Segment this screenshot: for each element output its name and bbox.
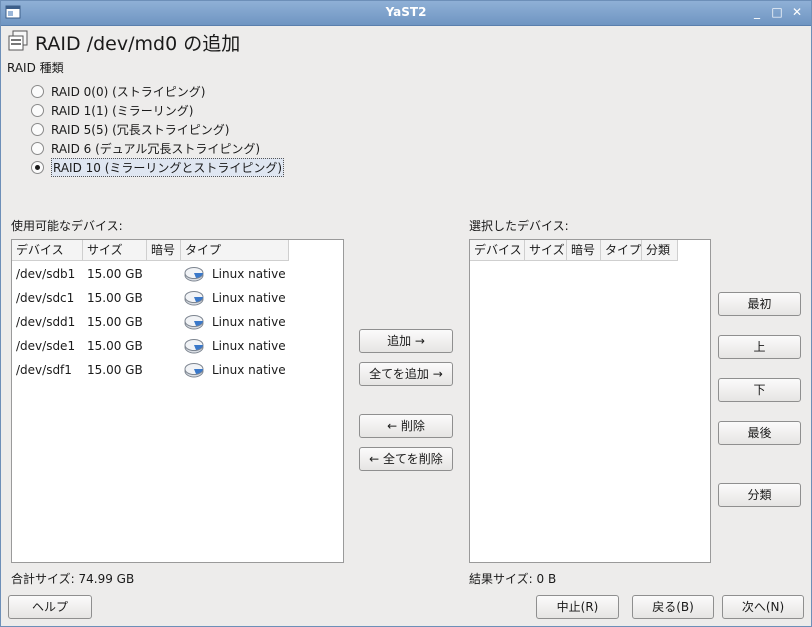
radio-button[interactable] — [31, 104, 44, 117]
radio-label: RAID 0(0) (ストライピング) — [51, 85, 206, 99]
table-row[interactable]: /dev/sdd1 15.00 GB Linux native — [12, 311, 343, 335]
type-cell: Linux native — [212, 339, 286, 353]
classify-button[interactable]: 分類 — [718, 483, 801, 507]
device-cell: /dev/sde1 — [16, 339, 76, 353]
type-cell: Linux native — [212, 267, 286, 281]
column-header-device[interactable]: デバイス — [12, 240, 83, 261]
hard-disk-icon — [184, 315, 204, 330]
hard-disk-icon — [184, 339, 204, 354]
close-button[interactable]: ✕ — [789, 4, 805, 20]
raid-type-label: RAID 種類 — [7, 61, 64, 75]
total-size-label: 合計サイズ: 74.99 GB — [11, 572, 135, 586]
device-cell: /dev/sdd1 — [16, 315, 76, 329]
column-header-size[interactable]: サイズ — [525, 240, 567, 261]
type-cell: Linux native — [212, 315, 286, 329]
table-row[interactable]: /dev/sdb1 15.00 GB Linux native — [12, 263, 343, 287]
table-row[interactable]: /dev/sde1 15.00 GB Linux native — [12, 335, 343, 359]
column-header-size[interactable]: サイズ — [83, 240, 147, 261]
title-bar[interactable]: YaST2 _ □ ✕ — [1, 1, 811, 26]
remove-button[interactable]: ← 削除 — [359, 414, 453, 438]
result-size-label: 結果サイズ: 0 B — [469, 572, 557, 586]
radio-label: RAID 5(5) (冗長ストライピング) — [51, 123, 230, 137]
radio-button-checked[interactable] — [31, 161, 44, 174]
maximize-button[interactable]: □ — [769, 4, 785, 20]
size-cell: 15.00 GB — [87, 339, 143, 353]
column-header-device[interactable]: デバイス — [470, 240, 525, 261]
help-button[interactable]: ヘルプ — [8, 595, 92, 619]
window-title: YaST2 — [385, 5, 427, 19]
radio-button[interactable] — [31, 123, 44, 136]
radio-button[interactable] — [31, 142, 44, 155]
back-button[interactable]: 戻る(B) — [632, 595, 714, 619]
abort-button[interactable]: 中止(R) — [536, 595, 619, 619]
table-header: デバイス サイズ 暗号 タイプ 分類 — [470, 240, 710, 262]
column-header-type[interactable]: タイプ — [601, 240, 642, 261]
hard-disk-icon — [184, 267, 204, 282]
type-cell: Linux native — [212, 363, 286, 377]
column-header-encrypted[interactable]: 暗号 — [567, 240, 601, 261]
hard-disk-icon — [184, 291, 204, 306]
column-header-encrypted[interactable]: 暗号 — [147, 240, 181, 261]
move-down-button[interactable]: 下 — [718, 378, 801, 402]
size-cell: 15.00 GB — [87, 267, 143, 281]
device-cell: /dev/sdc1 — [16, 291, 75, 305]
size-cell: 15.00 GB — [87, 363, 143, 377]
size-cell: 15.00 GB — [87, 315, 143, 329]
add-button[interactable]: 追加 → — [359, 329, 453, 353]
selected-devices-table[interactable]: デバイス サイズ 暗号 タイプ 分類 — [469, 239, 711, 563]
device-cell: /dev/sdf1 — [16, 363, 72, 377]
remove-all-button[interactable]: ← 全てを削除 — [359, 447, 453, 471]
size-cell: 15.00 GB — [87, 291, 143, 305]
hard-disk-icon — [184, 363, 204, 378]
table-row[interactable]: /dev/sdc1 15.00 GB Linux native — [12, 287, 343, 311]
minimize-button[interactable]: _ — [749, 4, 765, 20]
radio-label: RAID 6 (デュアル冗長ストライピング) — [51, 142, 261, 156]
available-devices-label: 使用可能なデバイス: — [11, 219, 123, 233]
next-button[interactable]: 次へ(N) — [722, 595, 804, 619]
column-header-class[interactable]: 分類 — [642, 240, 678, 261]
add-all-button[interactable]: 全てを追加 → — [359, 362, 453, 386]
available-devices-table[interactable]: デバイス サイズ 暗号 タイプ /dev/sdb1 15.00 GB Linux… — [11, 239, 344, 563]
radio-label: RAID 1(1) (ミラーリング) — [51, 104, 194, 118]
selected-devices-label: 選択したデバイス: — [469, 219, 569, 233]
move-bottom-button[interactable]: 最後 — [718, 421, 801, 445]
column-header-type[interactable]: タイプ — [181, 240, 289, 261]
table-row[interactable]: /dev/sdf1 15.00 GB Linux native — [12, 359, 343, 383]
radio-label: RAID 10 (ミラーリングとストライピング) — [51, 158, 285, 177]
device-cell: /dev/sdb1 — [16, 267, 76, 281]
raid-icon — [8, 30, 28, 51]
move-up-button[interactable]: 上 — [718, 335, 801, 359]
type-cell: Linux native — [212, 291, 286, 305]
table-header: デバイス サイズ 暗号 タイプ — [12, 240, 343, 262]
page-title: RAID /dev/md0 の追加 — [35, 33, 241, 55]
radio-button[interactable] — [31, 85, 44, 98]
yast-window: YaST2 _ □ ✕ RAID /dev/md0 の追加 RAID 種類 RA… — [0, 0, 812, 627]
move-top-button[interactable]: 最初 — [718, 292, 801, 316]
